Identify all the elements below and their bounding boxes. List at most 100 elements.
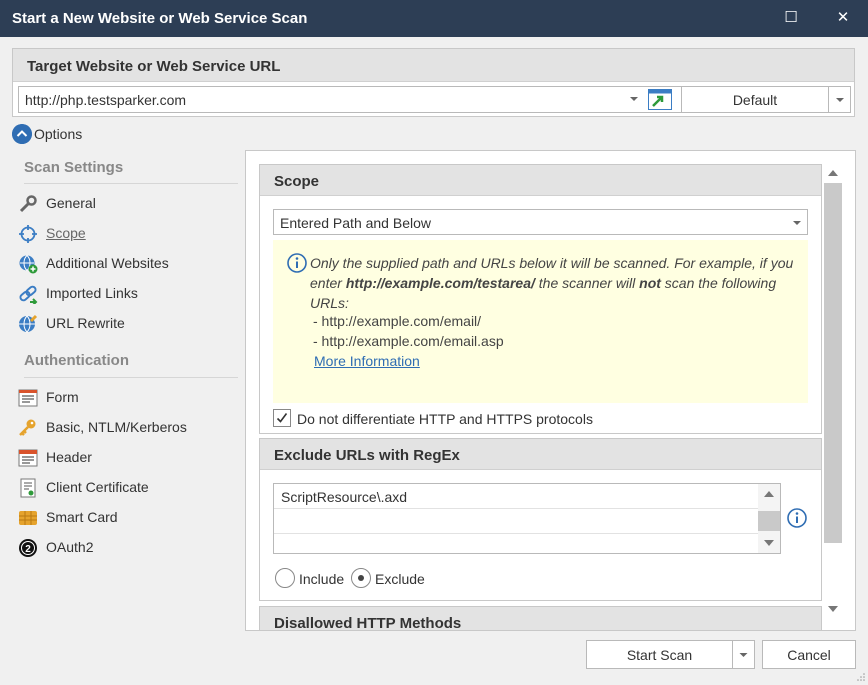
scroll-thumb[interactable] [824, 183, 842, 543]
maximize-button[interactable]: ☐ [778, 6, 804, 30]
nav-item-smart-card[interactable]: Smart Card [16, 506, 238, 530]
nav-item-oauth2[interactable]: 2 OAuth2 [16, 536, 238, 560]
nav-divider [24, 377, 238, 378]
chevron-up-icon [12, 124, 32, 144]
example-url-item: - http://example.com/email.asp [313, 333, 504, 349]
chevron-down-icon [739, 653, 748, 657]
scope-heading: Scope [260, 165, 821, 196]
profile-dropdown-arrow-icon[interactable] [836, 98, 844, 102]
certificate-icon [20, 478, 36, 498]
target-url-value: http://php.testsparker.com [25, 92, 187, 108]
nav-item-scope[interactable]: Scope [16, 222, 238, 246]
checkmark-icon [276, 413, 288, 423]
nav-divider [24, 183, 238, 184]
cancel-button[interactable]: Cancel [762, 640, 856, 669]
regex-row[interactable] [274, 534, 758, 559]
regex-list-scrollbar[interactable] [758, 484, 780, 553]
exclude-radio[interactable] [351, 568, 371, 588]
start-scan-options-button[interactable] [732, 640, 755, 669]
authentication-heading: Authentication [24, 352, 129, 369]
scroll-thumb[interactable] [758, 511, 780, 531]
nav-label: Smart Card [46, 509, 118, 525]
scope-select[interactable]: Entered Path and Below [273, 209, 808, 235]
title-bar: Start a New Website or Web Service Scan … [0, 0, 868, 37]
more-information-link[interactable]: More Information [314, 353, 420, 369]
nav-item-additional-websites[interactable]: Additional Websites [16, 252, 238, 276]
exclude-label: Exclude [375, 571, 425, 587]
info-example-url: http://example.com/testarea/ [345, 275, 535, 291]
scope-info-text: Only the supplied path and URLs below it… [310, 253, 800, 313]
example-url-item: - http://example.com/email/ [313, 313, 482, 329]
nav-item-basic-ntlm-kerberos[interactable]: Basic, NTLM/Kerberos [16, 416, 238, 440]
nav-item-form[interactable]: Form [16, 386, 238, 410]
crosshair-icon [19, 225, 37, 243]
close-button[interactable]: ✕ [830, 6, 856, 30]
regex-row[interactable] [274, 509, 758, 534]
exclude-regex-section: Exclude URLs with RegEx ScriptResource\.… [259, 438, 822, 601]
nav-item-imported-links[interactable]: Imported Links [16, 282, 238, 306]
scroll-up-arrow-icon[interactable] [764, 491, 774, 497]
content-scrollbar[interactable] [822, 163, 844, 621]
include-label: Include [299, 571, 345, 587]
scroll-up-arrow-icon[interactable] [828, 170, 838, 176]
scan-settings-heading: Scan Settings [24, 159, 124, 176]
key-icon [19, 419, 36, 436]
scan-profile-value: Default [732, 92, 778, 108]
nav-label: Scope [46, 225, 86, 241]
header-icon [18, 449, 38, 467]
wrench-icon [19, 195, 37, 213]
disallowed-methods-heading: Disallowed HTTP Methods [274, 615, 462, 631]
disallowed-methods-section: Disallowed HTTP Methods [259, 606, 822, 631]
oauth2-icon: 2 [19, 539, 37, 557]
regex-row[interactable]: ScriptResource\.axd [274, 484, 758, 509]
options-label: Options [34, 126, 83, 142]
include-radio[interactable] [275, 568, 295, 588]
scope-select-value: Entered Path and Below [280, 215, 431, 231]
nav-label: Header [46, 449, 92, 465]
exclude-regex-heading: Exclude URLs with RegEx [260, 439, 821, 470]
nav-label: URL Rewrite [46, 315, 125, 331]
scope-section: Scope Entered Path and Below Only the su… [259, 164, 822, 434]
target-url-panel: Target Website or Web Service URL http:/… [12, 48, 855, 117]
nav-item-url-rewrite[interactable]: URL Rewrite [16, 312, 238, 336]
scope-info-box: Only the supplied path and URLs below it… [273, 240, 808, 403]
profile-divider [828, 87, 829, 112]
scan-profile-select[interactable]: Default [681, 86, 851, 113]
nav-item-client-certificate[interactable]: Client Certificate [16, 476, 238, 500]
scroll-down-arrow-icon[interactable] [828, 606, 838, 612]
regex-row-value[interactable]: ScriptResource\.axd [281, 489, 407, 505]
nav-label: Basic, NTLM/Kerberos [46, 419, 187, 435]
nav-item-general[interactable]: General [16, 192, 238, 216]
nav-label: Form [46, 389, 79, 405]
resize-grip-icon[interactable] [856, 672, 866, 682]
info-icon [287, 253, 307, 273]
url-dropdown-arrow-icon[interactable] [630, 97, 638, 101]
start-scan-label: Start Scan [626, 647, 693, 663]
open-in-browser-icon[interactable] [648, 89, 672, 110]
cancel-label: Cancel [787, 647, 831, 663]
info-text-part: the scanner will [534, 275, 640, 291]
smart-card-icon [19, 511, 37, 525]
nav-label: Additional Websites [46, 255, 169, 271]
exclude-regex-list: ScriptResource\.axd [273, 483, 781, 554]
nav-label: General [46, 195, 96, 211]
nav-label: Imported Links [46, 285, 138, 301]
svg-text:2: 2 [25, 544, 31, 555]
target-url-input[interactable]: http://php.testsparker.com [18, 86, 689, 113]
nav-label: Client Certificate [46, 479, 149, 495]
globe-plus-icon [19, 255, 38, 274]
differentiate-protocols-checkbox[interactable] [273, 409, 291, 427]
radio-selected-dot [358, 575, 364, 581]
form-icon [18, 389, 38, 407]
info-icon[interactable] [787, 508, 807, 528]
scroll-down-arrow-icon[interactable] [764, 540, 774, 546]
scope-dropdown-arrow-icon [793, 221, 801, 225]
globe-edit-icon [19, 314, 38, 333]
nav-item-header[interactable]: Header [16, 446, 238, 470]
differentiate-protocols-label: Do not differentiate HTTP and HTTPS prot… [297, 411, 593, 427]
start-scan-button[interactable]: Start Scan [586, 640, 733, 669]
target-url-header: Target Website or Web Service URL [13, 49, 854, 82]
settings-content: Scope Entered Path and Below Only the su… [245, 150, 856, 631]
window-title: Start a New Website or Web Service Scan [12, 10, 308, 27]
nav-label: OAuth2 [46, 539, 94, 555]
